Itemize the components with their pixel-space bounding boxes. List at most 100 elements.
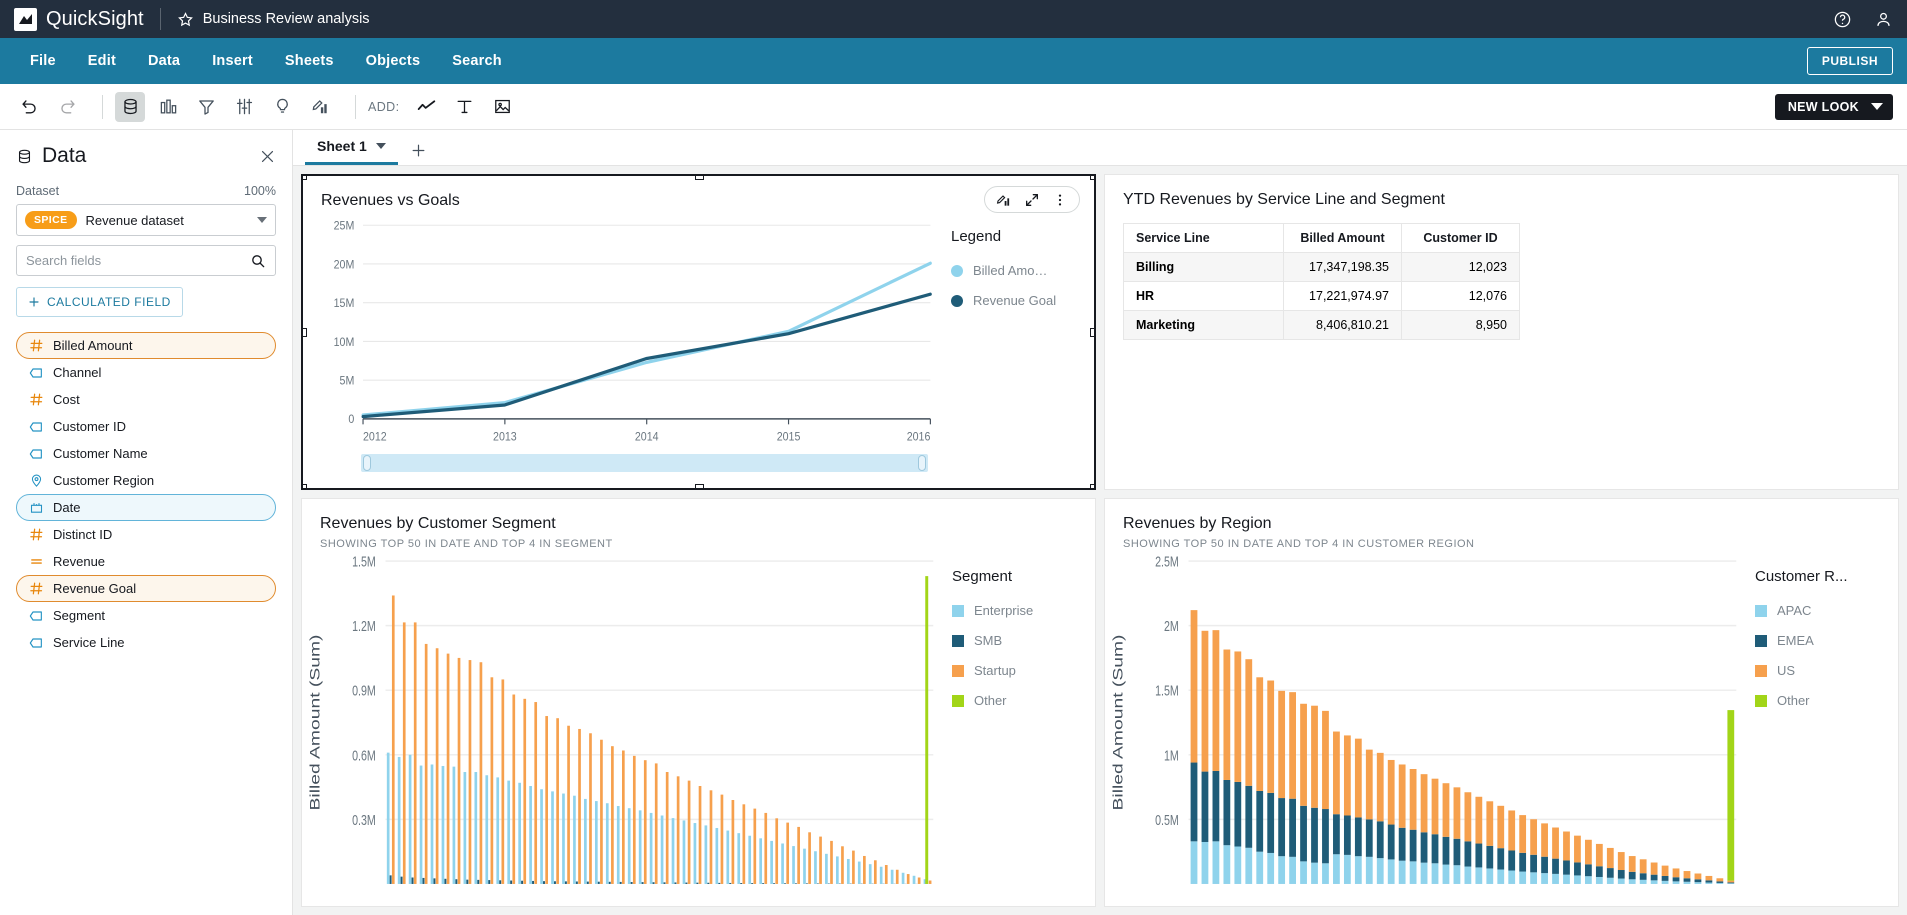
bar-segment[interactable] <box>1223 649 1231 780</box>
lightbulb-icon[interactable] <box>267 92 297 122</box>
bar[interactable] <box>632 755 636 884</box>
text-icon[interactable] <box>449 92 479 122</box>
bar[interactable] <box>696 882 699 884</box>
bar-segment[interactable] <box>1289 692 1296 799</box>
bar[interactable] <box>762 883 765 884</box>
bar[interactable] <box>720 794 724 884</box>
bar-segment[interactable] <box>1694 879 1702 883</box>
line-chart-plot[interactable]: 0 5M 10M 15M 20M 25M 2012 2013 2014 2015 2016 <box>303 210 942 482</box>
bar-segment[interactable] <box>1552 827 1559 859</box>
bar-segment[interactable] <box>1354 817 1362 857</box>
bar[interactable] <box>477 879 480 884</box>
bar[interactable] <box>408 754 412 884</box>
search-fields-container[interactable] <box>16 245 276 276</box>
bar-segment[interactable] <box>1650 874 1658 881</box>
bar-segment[interactable] <box>1628 871 1636 880</box>
bar[interactable] <box>718 882 721 884</box>
bar-segment[interactable] <box>1300 861 1307 884</box>
new-look-toggle[interactable]: NEW LOOK <box>1774 93 1893 120</box>
bar-segment[interactable] <box>1475 843 1483 868</box>
bar[interactable] <box>649 812 653 884</box>
bar[interactable] <box>792 846 795 884</box>
kebab-menu-icon[interactable] <box>1048 189 1072 211</box>
bar-segment[interactable] <box>1201 841 1209 884</box>
bar[interactable] <box>797 826 800 884</box>
bar-segment[interactable] <box>1672 868 1680 878</box>
bar[interactable] <box>671 818 675 884</box>
bar-segment[interactable] <box>1486 845 1494 869</box>
bar[interactable] <box>413 622 417 884</box>
bar[interactable] <box>873 860 877 884</box>
table-row[interactable]: HR 17,221,974.97 12,076 <box>1123 281 1520 311</box>
bar-segment[interactable] <box>1245 785 1253 848</box>
database-icon[interactable] <box>115 91 145 122</box>
bar-segment[interactable] <box>1475 867 1483 884</box>
bar-segment[interactable] <box>1256 790 1264 852</box>
legend-item[interactable]: Revenue Goal <box>951 293 1094 308</box>
bar[interactable] <box>630 882 633 884</box>
bar[interactable] <box>534 702 538 884</box>
bar[interactable] <box>784 883 786 884</box>
bar[interactable] <box>901 872 905 884</box>
bar-segment[interactable] <box>1387 859 1395 884</box>
bar-segment[interactable] <box>1420 774 1428 833</box>
bar-segment[interactable] <box>1519 871 1527 884</box>
visual-revenues-by-region[interactable]: Revenues by Region SHOWING TOP 50 IN DAT… <box>1104 498 1899 907</box>
bar[interactable] <box>857 861 861 884</box>
bar-segment[interactable] <box>1694 873 1702 880</box>
bar-segment[interactable] <box>1322 710 1329 810</box>
bar-segment[interactable] <box>1650 880 1658 884</box>
bar[interactable] <box>895 869 899 884</box>
bar[interactable] <box>619 881 622 884</box>
bar[interactable] <box>446 653 450 884</box>
bar-segment[interactable] <box>1333 731 1340 815</box>
bar-segment[interactable] <box>1223 779 1231 846</box>
bar-segment[interactable] <box>1190 841 1198 884</box>
resize-handle-middle-left[interactable] <box>303 328 307 337</box>
bar-segment[interactable] <box>1387 824 1395 860</box>
star-icon[interactable] <box>177 11 194 28</box>
bar-segment[interactable] <box>1245 847 1253 884</box>
bar[interactable] <box>660 815 664 884</box>
bar-segment[interactable] <box>1661 880 1669 884</box>
close-icon[interactable] <box>259 148 276 165</box>
bar-segment[interactable] <box>1606 868 1614 878</box>
bar[interactable] <box>441 765 445 884</box>
bar-segment[interactable] <box>1486 801 1494 846</box>
field-channel[interactable]: Channel <box>16 359 276 386</box>
bar[interactable] <box>704 825 708 884</box>
bar-segment[interactable] <box>1595 876 1603 884</box>
legend-item[interactable]: Billed Amo… <box>951 263 1094 278</box>
bar-segment[interactable] <box>1727 883 1735 884</box>
bar[interactable] <box>707 882 710 884</box>
bar-segment[interactable] <box>1354 738 1362 818</box>
bar-segment[interactable] <box>1683 881 1691 884</box>
bar-segment[interactable] <box>1343 854 1351 884</box>
resize-handle-top-middle[interactable] <box>694 176 704 180</box>
bar[interactable] <box>562 793 565 884</box>
bar[interactable] <box>424 643 428 884</box>
bar-segment[interactable] <box>1497 805 1505 849</box>
bar-segment[interactable] <box>1212 770 1220 842</box>
bar-segment[interactable] <box>1256 677 1264 791</box>
bar-segment[interactable] <box>1300 805 1307 862</box>
bar-segment[interactable] <box>1541 823 1548 857</box>
bar-segment[interactable] <box>1727 880 1735 883</box>
bar-segment[interactable] <box>1628 879 1636 884</box>
bar[interactable] <box>676 776 680 884</box>
resize-handle-bottom-right[interactable] <box>1090 484 1094 488</box>
bar[interactable] <box>731 800 735 884</box>
resize-handle-bottom-middle[interactable] <box>694 484 704 488</box>
bar[interactable] <box>759 838 763 884</box>
bar[interactable] <box>499 880 502 884</box>
bar[interactable] <box>523 698 527 884</box>
visual-ytd-revenues-pivot[interactable]: YTD Revenues by Service Line and Segment… <box>1104 174 1899 490</box>
bar-segment[interactable] <box>1409 769 1417 830</box>
bar-segment[interactable] <box>1705 882 1713 884</box>
legend-item[interactable]: APAC <box>1755 603 1898 618</box>
bar-segment[interactable] <box>1267 852 1275 884</box>
legend-item[interactable]: SMB <box>952 633 1095 648</box>
legend-item[interactable]: Enterprise <box>952 603 1095 618</box>
bar-segment[interactable] <box>1661 865 1669 876</box>
menu-item-file[interactable]: File <box>14 47 72 75</box>
